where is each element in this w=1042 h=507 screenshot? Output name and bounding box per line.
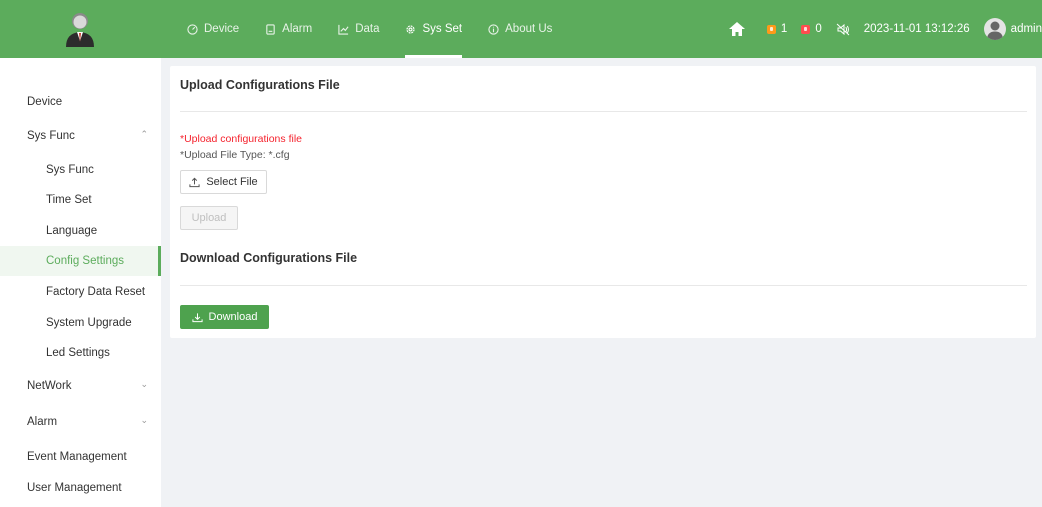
sidebar-item-config-settings[interactable]: Config Settings	[0, 246, 161, 276]
nav-alarm-label: Alarm	[282, 23, 313, 35]
user-avatar-logo-icon	[66, 13, 94, 47]
user-avatar-icon	[983, 18, 1006, 40]
nav-device-label: Device	[204, 23, 240, 35]
chevron-down-icon: ⌄	[140, 415, 148, 425]
alarm-icon	[265, 23, 276, 35]
nav-alarm[interactable]: Alarm	[252, 0, 325, 58]
info-icon	[488, 23, 499, 35]
mute-icon[interactable]	[836, 23, 850, 36]
nav-data[interactable]: Data	[325, 0, 392, 58]
sidebar-item-user-management[interactable]: User Management	[0, 473, 161, 503]
nav-about-us-label: About Us	[505, 23, 553, 35]
logo	[0, 0, 160, 58]
sidebar-item-sys-func-group[interactable]: Sys Func ⌃	[0, 121, 161, 151]
upload-required-label: *Upload configurations file	[180, 133, 302, 145]
username: admin	[1010, 23, 1042, 35]
header-status-bar: 1 0 2023-11-01 13:12:26 admin	[715, 0, 1042, 58]
divider	[180, 285, 1027, 286]
nav-sys-set[interactable]: Sys Set	[392, 0, 475, 58]
nav-about-us[interactable]: About Us	[475, 0, 565, 58]
download-icon	[191, 312, 203, 323]
sidebar-item-factory-data-reset[interactable]: Factory Data Reset	[0, 277, 161, 307]
alarm-count-red[interactable]: 0	[801, 23, 822, 35]
nav-sys-set-label: Sys Set	[422, 23, 463, 35]
select-file-button[interactable]: Select File	[180, 170, 267, 194]
download-section-title: Download Configurations File	[180, 251, 358, 265]
file-type-hint: *Upload File Type: *.cfg	[180, 149, 290, 161]
nav-device[interactable]: Device	[174, 0, 252, 58]
nav-data-label: Data	[355, 23, 380, 35]
alarm-critical-icon	[801, 24, 811, 34]
upload-section-title: Upload Configurations File	[180, 78, 340, 92]
sidebar-item-event-management[interactable]: Event Management	[0, 442, 161, 472]
sidebar-item-led-settings[interactable]: Led Settings	[0, 338, 161, 368]
divider	[180, 111, 1027, 112]
top-nav: Device Alarm Data Sys Set About Us	[174, 0, 565, 58]
chevron-up-icon: ⌃	[140, 129, 148, 139]
upload-button[interactable]: Upload	[180, 206, 238, 230]
config-file-panel: Upload Configurations File *Upload confi…	[170, 66, 1036, 338]
gear-icon	[405, 24, 416, 35]
datetime: 2023-11-01 13:12:26	[863, 23, 970, 35]
sidebar-item-alarm[interactable]: Alarm ⌄	[0, 407, 161, 437]
alarm-count-orange[interactable]: 1	[766, 23, 787, 35]
top-header: Device Alarm Data Sys Set About Us 1 0 2…	[0, 0, 1042, 58]
alarm-level-icon	[766, 24, 776, 34]
sidebar: Device Sys Func ⌃ Sys Func Time Set Lang…	[0, 58, 161, 507]
sidebar-item-language[interactable]: Language	[0, 216, 161, 246]
dashboard-icon	[187, 23, 198, 35]
sidebar-item-sys-func[interactable]: Sys Func	[0, 155, 161, 185]
sidebar-item-network[interactable]: NetWork ⌄	[0, 371, 161, 401]
home-icon[interactable]	[728, 22, 745, 36]
chevron-down-icon: ⌄	[140, 379, 148, 389]
download-button[interactable]: Download	[180, 305, 269, 329]
sidebar-item-system-upgrade[interactable]: System Upgrade	[0, 308, 161, 338]
upload-icon	[189, 177, 200, 188]
line-chart-icon	[338, 24, 349, 35]
sidebar-item-time-set[interactable]: Time Set	[0, 185, 161, 215]
sidebar-item-device[interactable]: Device	[0, 87, 161, 117]
user-menu[interactable]: admin	[983, 18, 1042, 40]
